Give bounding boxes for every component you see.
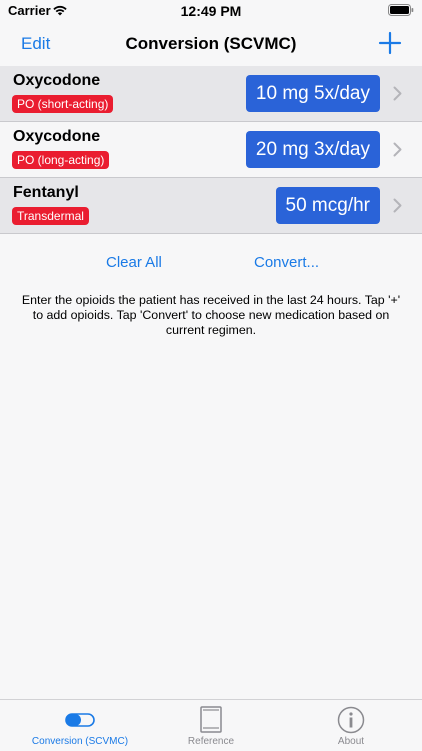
convert-button[interactable]: Convert... xyxy=(254,254,319,271)
plus-icon[interactable] xyxy=(378,31,402,55)
page-title: Conversion (SCVMC) xyxy=(125,34,297,53)
dose-value[interactable]: 20 mg 3x/day xyxy=(245,131,380,168)
toggle-icon xyxy=(65,713,95,727)
tab-reference[interactable]: Reference xyxy=(141,700,281,751)
tab-about[interactable]: About xyxy=(281,700,421,751)
medication-row[interactable]: Oxycodone PO (short-acting) 10 mg 5x/day xyxy=(0,66,422,122)
status-bar: Carrier 12:49 PM xyxy=(0,0,422,22)
route-badge: PO (long-acting) xyxy=(12,151,110,169)
chevron-right-icon xyxy=(393,142,402,157)
medication-name: Oxycodone xyxy=(13,72,101,89)
dose-value[interactable]: 10 mg 5x/day xyxy=(245,75,380,112)
route-badge: PO (short-acting) xyxy=(12,95,114,113)
info-icon xyxy=(337,706,365,734)
nav-bar: Edit Conversion (SCVMC) xyxy=(0,22,422,66)
tab-label: Reference xyxy=(187,736,235,747)
medication-name: Fentanyl xyxy=(13,184,79,201)
clear-all-button[interactable]: Clear All xyxy=(106,254,162,271)
instructions-text: Enter the opioids the patient has receiv… xyxy=(21,293,401,337)
chevron-right-icon xyxy=(393,198,402,213)
dose-value[interactable]: 50 mcg/hr xyxy=(275,187,380,224)
medication-row[interactable]: Fentanyl Transdermal 50 mcg/hr xyxy=(0,178,422,234)
route-badge: Transdermal xyxy=(12,207,89,225)
tab-conversion[interactable]: Conversion (SCVMC) xyxy=(10,700,150,751)
chevron-right-icon xyxy=(393,86,402,101)
medication-row[interactable]: Oxycodone PO (long-acting) 20 mg 3x/day xyxy=(0,122,422,178)
tab-label: About xyxy=(337,736,365,747)
clock: 12:49 PM xyxy=(180,3,242,19)
battery-icon xyxy=(388,4,414,16)
medication-list: Oxycodone PO (short-acting) 10 mg 5x/day… xyxy=(0,66,422,234)
action-bar: Clear All Convert... xyxy=(0,254,422,274)
book-icon xyxy=(200,706,222,733)
tab-label: Conversion (SCVMC) xyxy=(31,736,129,747)
tab-bar: Conversion (SCVMC) Reference About xyxy=(0,699,422,751)
medication-name: Oxycodone xyxy=(13,128,101,145)
